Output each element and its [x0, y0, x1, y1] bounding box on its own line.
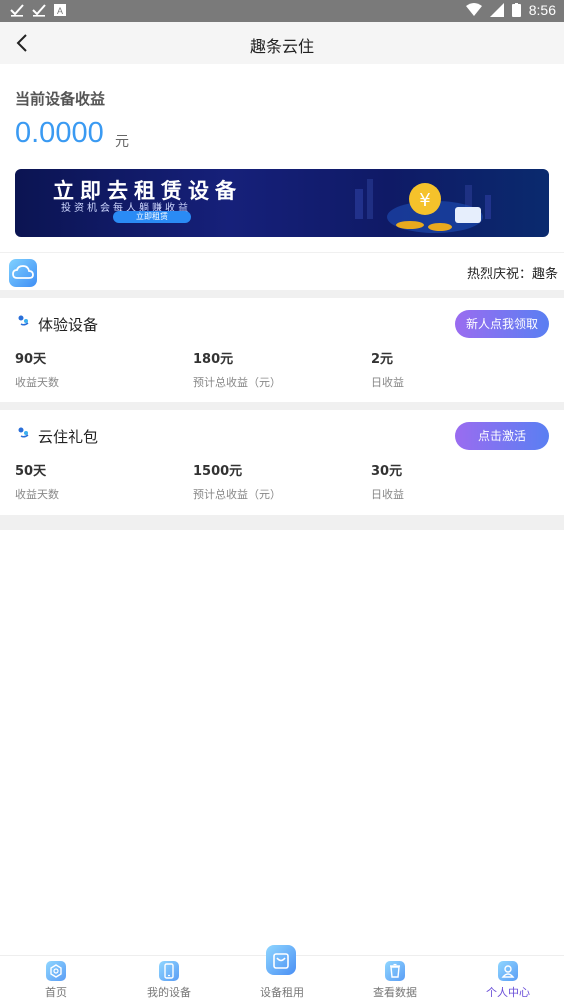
- nav-my-devices[interactable]: 我的设备: [113, 956, 225, 1003]
- nav-personal-center[interactable]: 个人中心: [452, 956, 564, 1003]
- nav-label: 查看数据: [373, 986, 417, 999]
- nav-label: 首页: [45, 986, 67, 999]
- rent-device-banner[interactable]: ¥ 立即去租赁设备 投资机会每人躺赚收益 立即租赁: [15, 169, 549, 237]
- nav-device-rental[interactable]: 设备租用: [226, 945, 338, 1003]
- svg-text:¥: ¥: [419, 190, 430, 211]
- stat-label: 日收益: [371, 488, 404, 501]
- experience-device-card: 体验设备 新人点我领取 90天 收益天数 180元 预计总收益（元） 2元 日收…: [0, 298, 564, 402]
- page-title: 趣条云住: [249, 37, 314, 56]
- card-title: 云住礼包: [38, 428, 99, 446]
- banner-rent-button[interactable]: 立即租赁: [113, 211, 191, 223]
- earnings-label: 当前设备收益: [15, 90, 106, 108]
- clock: 8:56: [528, 2, 556, 18]
- bag-icon: [266, 945, 296, 975]
- claim-newbie-button[interactable]: 新人点我领取: [455, 310, 549, 338]
- device-logo-icon: [18, 427, 29, 438]
- nav-label: 设备租用: [260, 986, 304, 999]
- bottom-nav: 首页 我的设备 设备租用 查看数据 个人中心: [0, 945, 564, 1003]
- notice-bar: 热烈庆祝：趣条: [0, 252, 564, 291]
- stat-label: 日收益: [371, 376, 404, 389]
- device-logo-icon: [18, 315, 29, 326]
- notice-text: 热烈庆祝：趣条: [466, 267, 558, 282]
- stat-label: 收益天数: [15, 488, 59, 501]
- phone-icon: [159, 961, 179, 981]
- cloud-icon: [9, 259, 37, 287]
- card-title: 体验设备: [38, 316, 99, 334]
- earnings-unit: 元: [115, 134, 129, 150]
- stat-value: 180元: [193, 352, 234, 367]
- earnings-amount: 0.0000: [15, 117, 104, 149]
- stat-value: 1500元: [193, 464, 243, 479]
- stat-value: 90天: [15, 352, 47, 367]
- person-icon: [498, 961, 518, 981]
- signal-icon: [489, 3, 504, 17]
- check-icon: [32, 4, 46, 17]
- nav-label: 我的设备: [147, 986, 191, 999]
- divider: [0, 402, 564, 410]
- divider: [0, 290, 564, 298]
- activate-button[interactable]: 点击激活: [455, 422, 549, 450]
- stat-label: 预计总收益（元）: [193, 488, 281, 501]
- home-icon: [46, 961, 66, 981]
- nav-label: 个人中心: [486, 986, 530, 999]
- nav-view-data[interactable]: 查看数据: [339, 956, 451, 1003]
- stat-value: 2元: [371, 352, 394, 367]
- stat-label: 预计总收益（元）: [193, 376, 281, 389]
- stat-value: 30元: [371, 464, 403, 479]
- gift-package-card: 云住礼包 点击激活 50天 收益天数 1500元 预计总收益（元） 30元 日收…: [0, 410, 564, 515]
- title-bar: 趣条云住: [0, 22, 564, 64]
- divider: [0, 515, 564, 530]
- svg-text:A: A: [57, 6, 63, 16]
- check-icon: [10, 4, 24, 17]
- nav-home[interactable]: 首页: [0, 956, 112, 1003]
- battery-icon: [511, 3, 521, 17]
- wifi-icon: [465, 3, 482, 16]
- app-notification-icon: A: [54, 4, 66, 16]
- status-bar: A 8:56: [0, 0, 564, 22]
- stat-value: 50天: [15, 464, 47, 479]
- stat-label: 收益天数: [15, 376, 59, 389]
- trash-icon: [385, 961, 405, 981]
